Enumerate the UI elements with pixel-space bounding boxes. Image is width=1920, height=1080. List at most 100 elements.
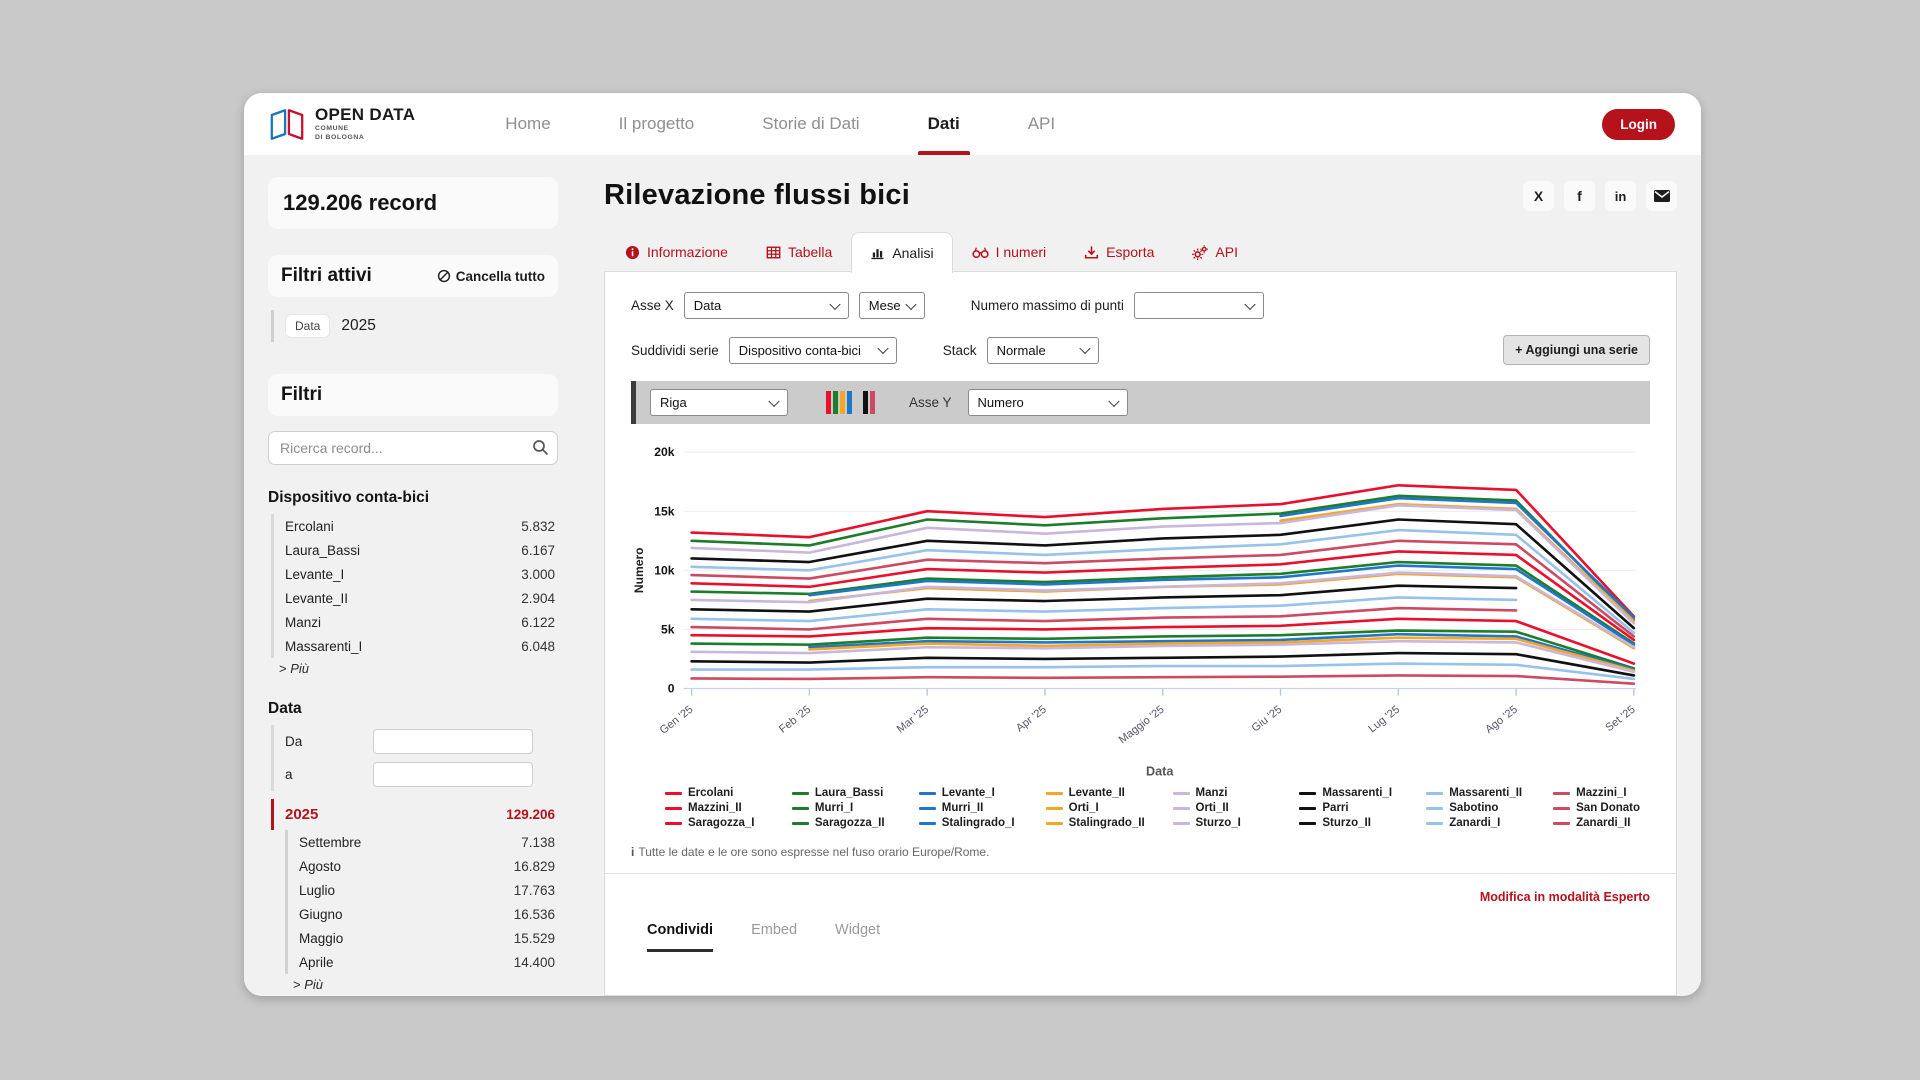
facet-year-2025[interactable]: 2025 129.206	[271, 799, 558, 830]
legend-item-Mazzini_II[interactable]: Mazzini_II	[665, 802, 782, 814]
facet-count: 16.829	[514, 859, 555, 874]
x-share-button[interactable]: X	[1523, 181, 1554, 211]
tab-tabella[interactable]: Tabella	[747, 232, 851, 272]
facet-label: Laura_Bassi	[285, 543, 360, 558]
legend-color-dash	[1426, 807, 1443, 810]
clear-all-filters-button[interactable]: Cancella tutto	[437, 269, 545, 284]
add-series-button[interactable]: + Aggiungi una serie	[1503, 335, 1650, 365]
legend-label: Mazzini_I	[1576, 787, 1626, 799]
tab-api[interactable]: API	[1173, 232, 1257, 272]
legend-item-Stalingrado_I[interactable]: Stalingrado_I	[919, 817, 1036, 829]
legend-color-dash	[1299, 807, 1316, 810]
palette-stripe	[840, 391, 845, 414]
legend-item-Levante_I[interactable]: Levante_I	[919, 787, 1036, 799]
legend-item-Ercolani[interactable]: Ercolani	[665, 787, 782, 799]
legend-item-San Donato[interactable]: San Donato	[1553, 802, 1670, 814]
tab-i-numeri[interactable]: I numeri	[953, 232, 1066, 272]
facet-device-levante_ii[interactable]: Levante_II2.904	[274, 586, 558, 610]
svg-text:Apr '25: Apr '25	[1014, 704, 1049, 735]
stack-select[interactable]: Normale	[987, 337, 1099, 364]
axis-x-field-select[interactable]: Data	[684, 292, 849, 319]
info-icon	[625, 245, 640, 260]
dataset-tabs: InformazioneTabellaAnalisiI numeriEsport…	[604, 232, 1677, 272]
share-tab-condividi[interactable]: Condividi	[647, 922, 713, 952]
legend-item-Murri_I[interactable]: Murri_I	[792, 802, 909, 814]
facet-device-ercolani[interactable]: Ercolani5.832	[274, 514, 558, 538]
facet-month-luglio[interactable]: Luglio17.763	[288, 878, 558, 902]
tab-informazione[interactable]: Informazione	[606, 232, 747, 272]
legend-item-Massarenti_II[interactable]: Massarenti_II	[1426, 787, 1543, 799]
facebook-share-button[interactable]: f	[1564, 181, 1595, 211]
linkedin-share-button[interactable]: in	[1605, 181, 1636, 211]
legend-item-Zanardi_I[interactable]: Zanardi_I	[1426, 817, 1543, 829]
split-series-select[interactable]: Dispositivo conta-bici	[729, 337, 897, 364]
email-share-button[interactable]	[1646, 181, 1677, 211]
nav-item-api[interactable]: API	[1024, 93, 1059, 155]
legend-item-Zanardi_II[interactable]: Zanardi_II	[1553, 817, 1670, 829]
legend-item-Parri[interactable]: Parri	[1299, 802, 1416, 814]
search-wrap	[268, 431, 558, 465]
facet-month-agosto[interactable]: Agosto16.829	[288, 854, 558, 878]
legend-item-Orti_II[interactable]: Orti_II	[1173, 802, 1290, 814]
app-window: OPEN DATA COMUNE DI BOLOGNA Home Il proge…	[244, 93, 1701, 996]
content-area: 129.206 record Filtri attivi Cancella tu…	[244, 155, 1701, 996]
active-filter-chip[interactable]: Data 2025	[271, 310, 558, 342]
legend-color-dash	[1553, 792, 1570, 795]
legend-item-Saragozza_II[interactable]: Saragozza_II	[792, 817, 909, 829]
facet-month-settembre[interactable]: Settembre7.138	[288, 830, 558, 854]
date-from-input[interactable]	[373, 729, 533, 754]
legend-item-Murri_II[interactable]: Murri_II	[919, 802, 1036, 814]
legend-item-Laura_Bassi[interactable]: Laura_Bassi	[792, 787, 909, 799]
nav-item-home[interactable]: Home	[501, 93, 554, 155]
share-tab-embed[interactable]: Embed	[751, 922, 797, 952]
facet-device-massarenti_i[interactable]: Massarenti_I6.048	[274, 634, 558, 658]
legend-item-Saragozza_I[interactable]: Saragozza_I	[665, 817, 782, 829]
device-more-link[interactable]: > Più	[268, 658, 558, 676]
legend-color-dash	[665, 792, 682, 795]
legend-item-Sabotino[interactable]: Sabotino	[1426, 802, 1543, 814]
facet-device-levante_i[interactable]: Levante_I3.000	[274, 562, 558, 586]
main-nav: Home Il progetto Storie di Dati Dati API	[501, 93, 1059, 155]
expert-mode-link[interactable]: Modifica in modalità Esperto	[1480, 890, 1650, 904]
date-to-input[interactable]	[373, 762, 533, 787]
tab-esporta[interactable]: Esporta	[1065, 232, 1173, 272]
series-type-select[interactable]: Riga	[650, 389, 788, 416]
legend-color-dash	[792, 822, 809, 825]
legend-item-Orti_I[interactable]: Orti_I	[1046, 802, 1163, 814]
color-palette-swatch[interactable]	[826, 391, 875, 414]
axis-x-granularity-select[interactable]: Mese	[859, 292, 925, 319]
facet-month-aprile[interactable]: Aprile14.400	[288, 950, 558, 974]
legend-item-Sturzo_II[interactable]: Sturzo_II	[1299, 817, 1416, 829]
facet-count: 16.536	[514, 907, 555, 922]
nav-item-dati[interactable]: Dati	[924, 93, 964, 155]
facet-device-laura_bassi[interactable]: Laura_Bassi 6.167	[274, 538, 558, 562]
nav-item-il-progetto[interactable]: Il progetto	[615, 93, 699, 155]
facet-month-giugno[interactable]: Giugno 16.536	[288, 902, 558, 926]
nav-item-storie-di-dati[interactable]: Storie di Dati	[758, 93, 863, 155]
svg-text:Gen '25: Gen '25	[658, 704, 696, 737]
legend-item-Sturzo_I[interactable]: Sturzo_I	[1173, 817, 1290, 829]
max-points-label: Numero massimo di punti	[971, 298, 1124, 313]
linkedin-icon: in	[1615, 189, 1627, 204]
axis-y-select[interactable]: Numero	[968, 389, 1128, 416]
share-tab-widget[interactable]: Widget	[835, 922, 880, 952]
tab-analisi[interactable]: Analisi	[851, 232, 952, 273]
facet-label: Massarenti_I	[285, 639, 362, 654]
legend-item-Mazzini_I[interactable]: Mazzini_I	[1553, 787, 1670, 799]
max-points-select[interactable]	[1134, 292, 1264, 319]
legend-item-Stalingrado_II[interactable]: Stalingrado_II	[1046, 817, 1163, 829]
series-line-Zanardi_II	[692, 675, 1634, 683]
site-logo[interactable]: OPEN DATA COMUNE DI BOLOGNA	[268, 106, 415, 142]
facet-label: Giugno	[299, 907, 343, 922]
facet-count: 6.167	[521, 543, 555, 558]
svg-text:10k: 10k	[654, 563, 674, 577]
svg-text:Numero: Numero	[632, 547, 646, 593]
legend-item-Manzi[interactable]: Manzi	[1173, 787, 1290, 799]
month-more-link[interactable]: > Più	[282, 974, 558, 992]
login-button[interactable]: Login	[1602, 109, 1675, 140]
facet-device-manzi[interactable]: Manzi6.122	[274, 610, 558, 634]
facet-month-maggio[interactable]: Maggio15.529	[288, 926, 558, 950]
legend-item-Massarenti_I[interactable]: Massarenti_I	[1299, 787, 1416, 799]
legend-item-Levante_II[interactable]: Levante_II	[1046, 787, 1163, 799]
search-input[interactable]	[268, 431, 558, 465]
